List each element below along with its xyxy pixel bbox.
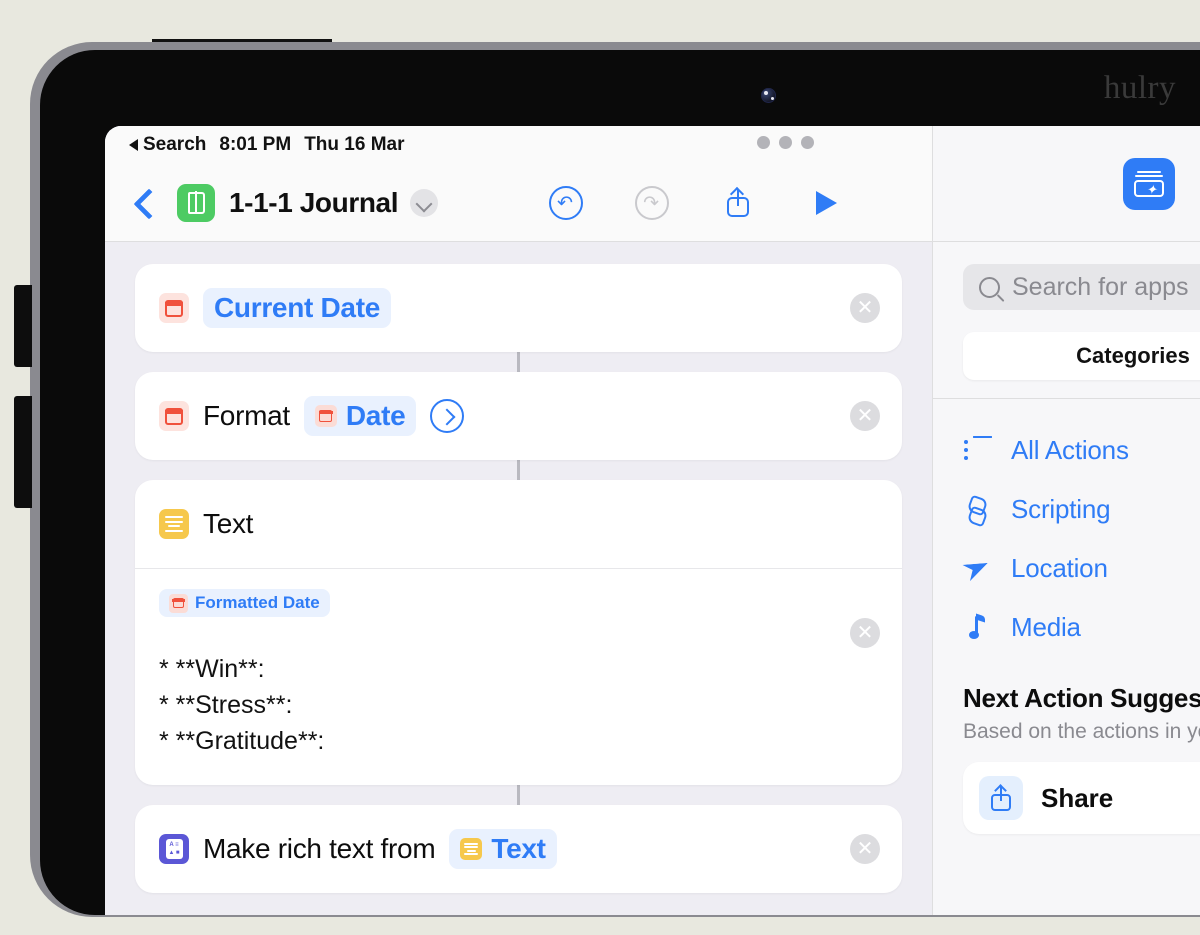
action-label-make-rich-text: Make rich text from <box>203 833 436 864</box>
tab-categories[interactable]: Categories <box>963 332 1200 380</box>
token-text[interactable]: Text <box>449 829 557 869</box>
chevron-down-icon[interactable] <box>410 188 439 217</box>
sidebar-item-scripting[interactable]: Scripting <box>963 480 1200 539</box>
music-note-icon <box>963 613 993 643</box>
text-icon <box>159 509 189 539</box>
sidebar-item-label: Location <box>1011 553 1108 583</box>
front-camera-icon <box>761 88 776 103</box>
suggestion-card-share[interactable]: Share <box>963 762 1200 834</box>
shortcut-editor-pane: Search 8:01 PM Thu 16 Mar 1-1-1 Journal … <box>105 126 932 915</box>
remove-action-button[interactable]: ✕ <box>850 834 880 864</box>
search-placeholder: Search for apps <box>1012 272 1189 301</box>
action-connector <box>517 785 520 805</box>
screenshot-root: hulry Search 8:01 PM Thu 16 Mar 1-1-1 Jo… <box>0 0 1200 935</box>
library-tabs: Categories <box>933 310 1200 398</box>
action-label-text: Text <box>203 508 254 539</box>
calendar-icon <box>159 401 189 431</box>
undo-button[interactable]: ↶ <box>546 183 586 223</box>
share-icon <box>979 776 1023 820</box>
action-label-format: Format <box>203 400 290 431</box>
suggestions-heading: Next Action Suggestions <box>963 683 1200 713</box>
token-formatted-date-label: Formatted Date <box>195 593 320 612</box>
token-date[interactable]: Date <box>303 396 417 436</box>
token-current-date[interactable]: Current Date <box>203 288 391 328</box>
volume-down-button[interactable] <box>14 396 32 508</box>
remove-action-button[interactable]: ✕ <box>850 293 880 323</box>
status-back-to-search[interactable]: Search <box>129 134 206 156</box>
status-date: Thu 16 Mar <box>304 134 405 155</box>
action-library-pane: ✦ Search for apps Categories All Actions <box>932 126 1200 915</box>
book-icon <box>187 190 205 215</box>
text-action-content: * **Win**: * **Stress**: * **Gratitude**… <box>159 651 878 759</box>
location-arrow-icon <box>963 554 993 584</box>
sidebar-item-media[interactable]: Media <box>963 598 1200 657</box>
token-formatted-date[interactable]: Formatted Date <box>159 589 330 617</box>
suggestions-subtitle: Based on the actions in your shortcut <box>963 720 1200 743</box>
text-icon <box>460 838 483 860</box>
back-button[interactable] <box>129 188 159 218</box>
action-card-current-date[interactable]: Current Date ✕ <box>135 264 902 352</box>
calendar-icon <box>169 593 188 613</box>
search-icon <box>979 276 1000 298</box>
suggestion-label: Share <box>1041 782 1114 813</box>
sidebar-item-all-actions[interactable]: All Actions <box>963 421 1200 480</box>
list-icon <box>963 435 993 466</box>
sidebar-item-label: Media <box>1011 612 1081 642</box>
action-connector <box>517 352 520 372</box>
action-card-make-rich-text[interactable]: A ≡ ▲ ■ Make rich text from Text ✕ <box>135 805 902 893</box>
action-card-text[interactable]: Text ✕ Formatted Date * **Win**: * **Str… <box>135 480 902 785</box>
token-text-label: Text <box>491 833 546 864</box>
text-line: * **Stress**: <box>159 691 293 719</box>
search-input[interactable]: Search for apps <box>963 264 1200 310</box>
category-list: All Actions Scripting Location Media <box>933 398 1200 657</box>
page-title: 1-1-1 Journal <box>229 186 399 218</box>
rich-text-icon: A ≡ ▲ ■ <box>159 834 189 864</box>
new-action-icon: ✦ <box>1134 170 1164 197</box>
share-button[interactable] <box>718 183 758 223</box>
text-line: * **Gratitude**: <box>159 727 325 755</box>
library-search: Search for apps <box>933 242 1200 310</box>
back-triangle-icon <box>129 139 138 151</box>
more-options-icon[interactable] <box>757 136 814 149</box>
sidebar-item-label: All Actions <box>1011 435 1129 465</box>
token-date-label: Date <box>345 400 406 431</box>
shortcut-app-icon <box>177 183 215 222</box>
chevron-right-icon[interactable] <box>430 399 465 433</box>
ipad-screen: Search 8:01 PM Thu 16 Mar 1-1-1 Journal … <box>105 126 1200 915</box>
next-action-suggestions: Next Action Suggestions Based on the act… <box>933 657 1200 834</box>
calendar-icon <box>314 405 337 427</box>
remove-action-button[interactable]: ✕ <box>850 401 880 431</box>
redo-button[interactable]: ↷ <box>632 183 672 223</box>
text-line: * **Win**: <box>159 655 265 683</box>
action-card-format-date[interactable]: Format Date ✕ <box>135 372 902 460</box>
sidebar-item-label: Scripting <box>1011 494 1111 524</box>
new-action-button[interactable]: ✦ <box>1123 157 1175 210</box>
toolbar-actions: ↶ ↷ <box>546 183 844 223</box>
library-toolbar: ✦ <box>933 126 1200 242</box>
scripting-icon <box>963 495 993 525</box>
calendar-icon <box>159 293 189 323</box>
remove-action-button[interactable]: ✕ <box>850 617 880 648</box>
sidebar-item-location[interactable]: Location <box>963 539 1200 598</box>
play-button[interactable] <box>804 183 844 223</box>
editor-toolbar: 1-1-1 Journal ↶ ↷ <box>105 164 932 242</box>
status-time: 8:01 PM <box>219 134 292 155</box>
actions-canvas: Current Date ✕ Format Date ✕ Text ✕ Form… <box>105 242 932 915</box>
status-back-label: Search <box>143 134 207 155</box>
text-action-body[interactable]: Formatted Date * **Win**: * **Stress**: … <box>135 569 902 785</box>
action-connector <box>517 460 520 480</box>
watermark: hulry <box>1103 70 1176 106</box>
volume-up-button[interactable] <box>14 285 32 367</box>
